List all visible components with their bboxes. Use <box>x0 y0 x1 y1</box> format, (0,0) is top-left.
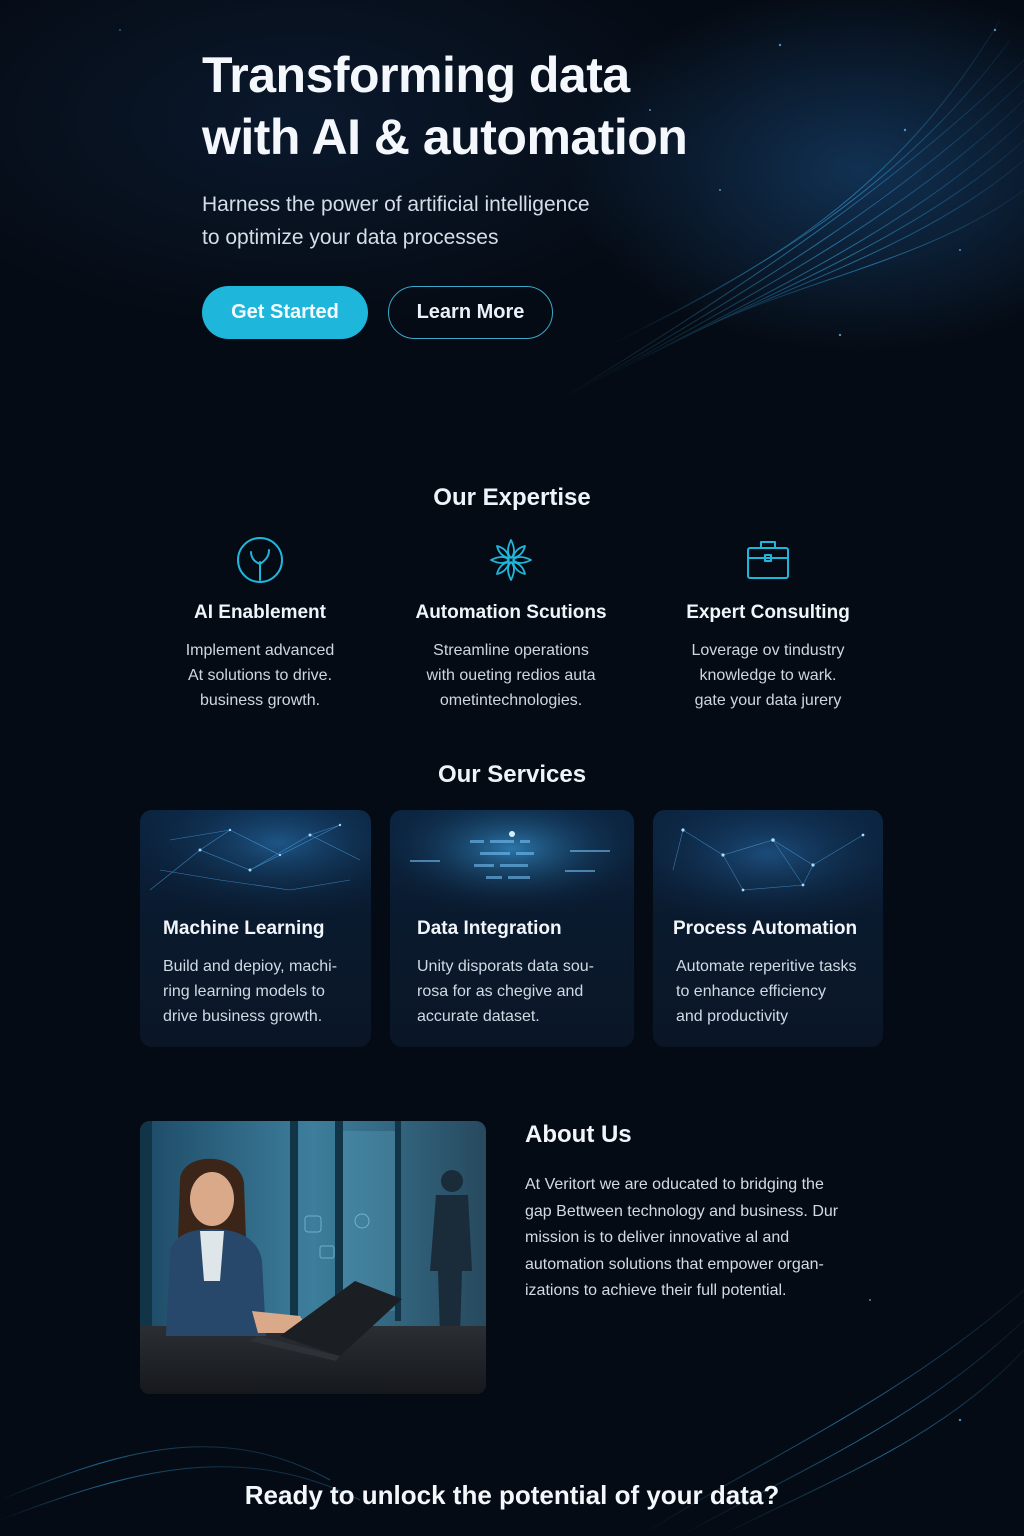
sprout-icon <box>237 537 283 583</box>
about-body-line: automation solutions that empower organ- <box>525 1255 824 1273</box>
services-heading: Our Services <box>437 761 587 788</box>
service-text: Process Automation Automate reperitive t… <box>673 918 867 1029</box>
expertise-description-line: knowledge to wark. <box>699 667 837 684</box>
learn-more-button[interactable]: Learn More <box>388 286 553 339</box>
service-description: Build and depioy, machi- ring learning m… <box>163 954 355 1029</box>
service-card-data-integration[interactable]: Data Integration Unity disporats data so… <box>390 810 634 1047</box>
about-photo <box>140 1121 486 1394</box>
expertise-item: AI Enablement Implement advanced At solu… <box>140 536 380 713</box>
about-body-line: mission is to deliver innovative al and <box>525 1229 790 1246</box>
service-title: Machine Learning <box>163 918 325 939</box>
service-description-line: ring learning models to <box>163 983 325 1000</box>
data-grid-graphic <box>390 810 634 920</box>
expertise-title: Expert Consulting <box>686 602 850 623</box>
hero-subtitle-line-1: Harness the power of artificial intellig… <box>202 193 590 216</box>
service-title: Data Integration <box>417 918 562 939</box>
expertise-description-line: Implement advanced <box>185 642 335 659</box>
expertise-item: Expert Consulting Loverage ov tindustry … <box>648 536 888 713</box>
service-description-line: Build and depioy, machi- <box>163 958 338 975</box>
service-description-line: accurate dataset. <box>417 1008 540 1025</box>
about-body-line: gap Bettween technology and business. Du… <box>525 1202 839 1220</box>
expertise-description-line: ometintechnologies. <box>439 692 583 709</box>
expertise-item: Automation Scutions Streamline operation… <box>391 536 631 713</box>
expertise-description: Loverage ov tindustry knowledge to wark.… <box>648 638 888 713</box>
service-text: Machine Learning Build and depioy, machi… <box>163 918 355 1029</box>
expertise-description-line: business growth. <box>199 692 321 709</box>
network-graphic <box>140 810 371 920</box>
about-body-line: At Veritort we are oducated to bridging … <box>525 1176 824 1193</box>
about-heading: About Us <box>525 1121 632 1148</box>
service-description: Unity disporats data sou- rosa for as ch… <box>417 954 618 1029</box>
service-description-line: rosa for as chegive and <box>417 983 584 1000</box>
service-card-machine-learning[interactable]: Machine Learning Build and depioy, machi… <box>140 810 371 1047</box>
hero-section: Transforming data with AI & automation H… <box>202 44 822 339</box>
service-description: Automate reperitive tasks to enhance eff… <box>673 954 867 1029</box>
hero-subtitle-line-2: to optimize your data processes <box>202 226 499 249</box>
constellation-graphic <box>653 810 883 920</box>
flower-icon <box>490 539 532 581</box>
expertise-description: Implement advanced At solutions to drive… <box>140 638 380 713</box>
expertise-description-line: Streamline operations <box>433 642 589 659</box>
service-description-line: drive business growth. <box>163 1008 323 1025</box>
service-description-line: Unity disporats data sou- <box>417 958 594 975</box>
service-title: Process Automation <box>673 918 858 939</box>
expertise-description-line: with oueting redios auta <box>426 667 596 684</box>
hero-title: Transforming data with AI & automation <box>202 44 822 168</box>
service-description-line: and productivity <box>676 1008 789 1025</box>
hero-subtitle: Harness the power of artificial intellig… <box>202 188 642 254</box>
office-photo-illustration <box>140 1121 486 1394</box>
expertise-description-line: Loverage ov tindustry <box>691 642 845 659</box>
expertise-description-line: gate your data jurery <box>694 692 842 709</box>
hero-title-line-1: Transforming data <box>202 47 630 103</box>
hero-buttons: Get Started Learn More <box>202 286 822 339</box>
hero-title-line-2: with AI & automation <box>202 109 688 165</box>
about-body-line: izations to achieve their full potential… <box>525 1282 787 1299</box>
service-description-line: to enhance efficiency <box>676 983 827 1000</box>
expertise-description: Streamline operations with oueting redio… <box>391 638 631 713</box>
cta-heading: Ready to unlock the potential of your da… <box>244 1480 780 1510</box>
landing-page: Transforming data with AI & automation H… <box>0 0 1024 1536</box>
about-body: At Veritort we are oducated to bridging … <box>525 1172 885 1305</box>
service-description-line: Automate reperitive tasks <box>676 958 857 975</box>
expertise-heading: Our Expertise <box>433 484 591 511</box>
expertise-description-line: At solutions to drive. <box>187 667 333 684</box>
get-started-button[interactable]: Get Started <box>202 286 368 339</box>
expertise-title: AI Enablement <box>194 602 326 623</box>
service-card-process-automation[interactable]: Process Automation Automate reperitive t… <box>653 810 883 1047</box>
briefcase-icon <box>747 541 789 579</box>
expertise-title: Automation Scutions <box>415 602 607 623</box>
service-text: Data Integration Unity disporats data so… <box>417 918 618 1029</box>
